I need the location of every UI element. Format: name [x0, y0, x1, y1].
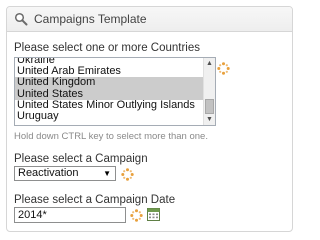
campaign-selected-value: Reactivation — [18, 167, 79, 179]
panel-header: Campaigns Template — [7, 7, 292, 32]
country-option[interactable]: United States Minor Outlying Islands — [15, 100, 203, 111]
spinner-icon — [130, 209, 143, 222]
calendar-icon[interactable] — [147, 208, 160, 221]
campaign-date-input[interactable] — [14, 207, 126, 223]
country-option[interactable]: Ukraine — [15, 58, 203, 66]
country-option[interactable]: Uruguay — [15, 111, 203, 122]
campaign-date-label: Please select a Campaign Date — [14, 194, 176, 206]
countries-scrollbar[interactable]: ▲ ▼ — [203, 58, 215, 125]
countries-hint: Hold down CTRL key to select more than o… — [14, 131, 208, 142]
scroll-up-icon[interactable]: ▲ — [204, 58, 215, 69]
chevron-down-icon: ▼ — [103, 169, 111, 178]
scroll-thumb[interactable] — [205, 99, 214, 114]
country-option[interactable]: United Kingdom — [15, 77, 203, 89]
country-option[interactable]: United Arab Emirates — [15, 66, 203, 77]
campaign-select[interactable]: Reactivation ▼ — [14, 166, 116, 181]
campaign-label: Please select a Campaign — [14, 153, 148, 165]
countries-listbox[interactable]: Ukraine United Arab Emirates United Kingdo… — [14, 57, 216, 126]
countries-options: Ukraine United Arab Emirates United Kingdo… — [15, 58, 203, 125]
campaigns-template-panel: Campaigns Template Please select one or … — [6, 6, 293, 232]
spinner-icon — [121, 168, 134, 181]
scroll-down-icon[interactable]: ▼ — [204, 114, 215, 125]
country-option[interactable]: United States — [15, 88, 203, 100]
search-icon — [14, 12, 28, 26]
panel-title: Campaigns Template — [34, 12, 147, 26]
countries-label: Please select one or more Countries — [14, 42, 201, 54]
spinner-icon — [217, 62, 230, 75]
